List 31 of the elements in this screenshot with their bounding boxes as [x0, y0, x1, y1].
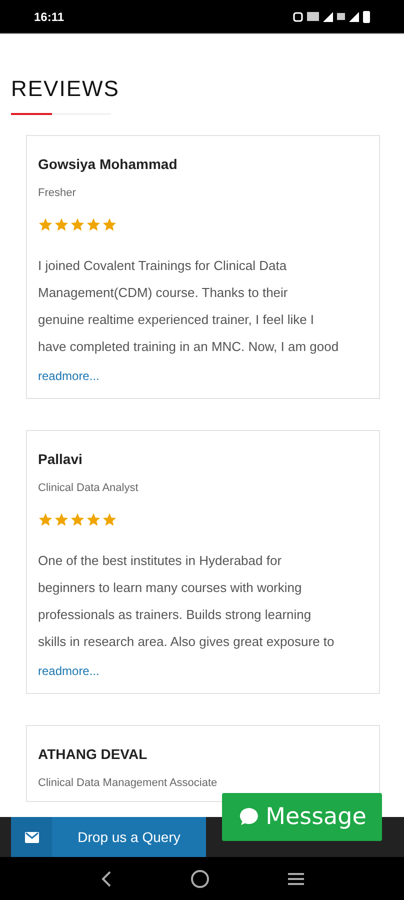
menu-icon[interactable]: [287, 870, 306, 886]
clock-time: 16:11: [34, 10, 64, 24]
star-icon: [70, 512, 85, 527]
message-button[interactable]: Message: [222, 793, 382, 841]
home-icon[interactable]: [190, 868, 210, 888]
reviewer-name: ATHANG DEVAL: [38, 746, 148, 762]
star-icon: [38, 512, 53, 527]
reviewer-role: Clinical Data Analyst: [38, 482, 140, 494]
star-icon: [102, 512, 117, 527]
star-icon: [54, 512, 69, 527]
star-icon: [54, 217, 69, 232]
reviewer-name: Pallavi: [38, 451, 84, 467]
readmore-link[interactable]: readmore...: [38, 661, 369, 681]
query-button[interactable]: Drop us a Query: [11, 817, 206, 857]
reviewer-role: Clinical Data Management Associate: [38, 777, 218, 789]
mail-icon: [24, 832, 38, 842]
star-icon: [102, 217, 117, 232]
star-icon: [38, 217, 53, 232]
reviewer-role: Fresher: [38, 187, 77, 199]
section-title: REVIEWS: [11, 76, 120, 102]
signal-icon: [323, 12, 333, 22]
signal-icon: [349, 12, 359, 22]
review-text: One of the best institutes in Hyderabad for beginners to learn many courses with working professionals as trainers. Builds strong learning skills in research area. Also gives great exposure to: [38, 552, 336, 651]
review-text: I joined Covalent Trainings for Clinical Data Management(CDM) course. Thanks to their genuine realtime experienced trainer, I feel like I have completed training in an MNC. Now, I am good: [38, 257, 340, 356]
star-icon: [70, 217, 85, 232]
reviewer-name: Gowsiya Mohammad: [38, 156, 178, 172]
star-icon: [86, 217, 101, 232]
readmore-link[interactable]: readmore...: [38, 366, 369, 386]
battery-icon: [363, 10, 370, 22]
star-icon: [86, 512, 101, 527]
chat-bubble-icon: [238, 806, 260, 828]
